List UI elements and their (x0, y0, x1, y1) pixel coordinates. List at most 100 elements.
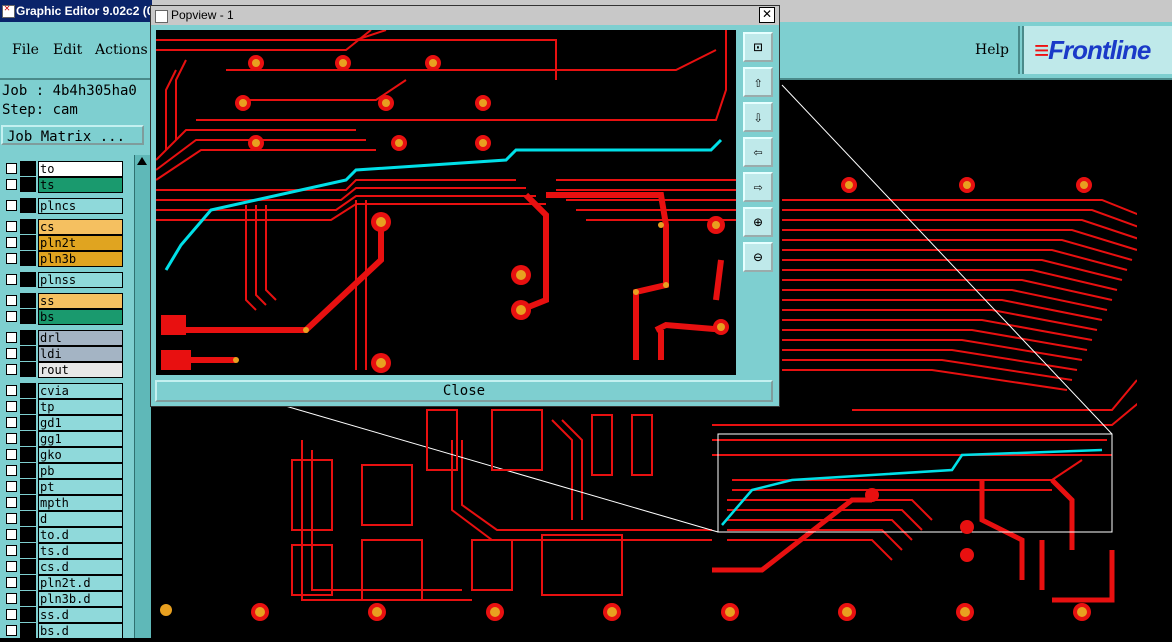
layer-checkbox[interactable] (6, 561, 17, 572)
layer-checkbox[interactable] (6, 332, 17, 343)
layer-checkbox[interactable] (6, 274, 17, 285)
layer-row-pln3b-d[interactable]: pln3b.d (2, 591, 123, 607)
layer-name[interactable]: cs (38, 219, 123, 235)
layer-row-tp[interactable]: tp (2, 399, 123, 415)
layer-name[interactable]: gko (38, 447, 123, 463)
layer-row-cvia[interactable]: cvia (2, 383, 123, 399)
layer-checkbox[interactable] (6, 200, 17, 211)
menu-help[interactable]: Help (975, 42, 1009, 58)
layer-checkbox[interactable] (6, 163, 17, 174)
layer-marker[interactable] (20, 309, 36, 324)
layer-name[interactable]: pln3b (38, 251, 123, 267)
layer-name[interactable]: ss (38, 293, 123, 309)
layer-row-pln2t-d[interactable]: pln2t.d (2, 575, 123, 591)
layer-checkbox[interactable] (6, 529, 17, 540)
pan-left-icon[interactable]: ⇦ (743, 137, 773, 167)
popview-canvas[interactable] (156, 30, 736, 375)
layer-row-gg1[interactable]: gg1 (2, 431, 123, 447)
layer-marker[interactable] (20, 559, 36, 574)
layer-marker[interactable] (20, 607, 36, 622)
layer-row-drl[interactable]: drl (2, 330, 123, 346)
layer-name[interactable]: bs.d (38, 623, 123, 639)
pan-down-icon[interactable]: ⇩ (743, 102, 773, 132)
layer-checkbox[interactable] (6, 577, 17, 588)
layer-name[interactable]: cvia (38, 383, 123, 399)
layer-checkbox[interactable] (6, 385, 17, 396)
layer-checkbox[interactable] (6, 237, 17, 248)
layer-row-gd1[interactable]: gd1 (2, 415, 123, 431)
layer-name[interactable]: cs.d (38, 559, 123, 575)
layer-marker[interactable] (20, 591, 36, 606)
layer-checkbox[interactable] (6, 449, 17, 460)
layer-marker[interactable] (20, 463, 36, 478)
layer-row-plncs[interactable]: plncs (2, 198, 123, 214)
layer-marker[interactable] (20, 431, 36, 446)
layer-marker[interactable] (20, 495, 36, 510)
popview-close-button[interactable]: Close (155, 380, 773, 402)
layer-marker[interactable] (20, 415, 36, 430)
layer-checkbox[interactable] (6, 221, 17, 232)
layer-row-ss[interactable]: ss (2, 293, 123, 309)
layer-checkbox[interactable] (6, 593, 17, 604)
layer-checkbox[interactable] (6, 348, 17, 359)
layer-name[interactable]: pt (38, 479, 123, 495)
layer-checkbox[interactable] (6, 609, 17, 620)
layer-marker[interactable] (20, 198, 36, 213)
popview-close-icon[interactable]: ✕ (759, 7, 775, 23)
layer-marker[interactable] (20, 272, 36, 287)
layer-marker[interactable] (20, 251, 36, 266)
layer-checkbox[interactable] (6, 179, 17, 190)
layer-name[interactable]: plnss (38, 272, 123, 288)
zoom-in-icon[interactable]: ⊕ (743, 207, 773, 237)
layer-checkbox[interactable] (6, 513, 17, 524)
zoom-out-icon[interactable]: ⊖ (743, 242, 773, 272)
layer-marker[interactable] (20, 383, 36, 398)
layer-marker[interactable] (20, 527, 36, 542)
layer-checkbox[interactable] (6, 311, 17, 322)
layer-marker[interactable] (20, 447, 36, 462)
layer-row-gko[interactable]: gko (2, 447, 123, 463)
layer-checkbox[interactable] (6, 481, 17, 492)
layer-row-ss-d[interactable]: ss.d (2, 607, 123, 623)
layer-name[interactable]: drl (38, 330, 123, 346)
layer-marker[interactable] (20, 177, 36, 192)
fit-icon[interactable]: ⊡ (743, 32, 773, 62)
layer-row-to[interactable]: to (2, 161, 123, 177)
layer-name[interactable]: plncs (38, 198, 123, 214)
layer-marker[interactable] (20, 479, 36, 494)
layer-row-mpth[interactable]: mpth (2, 495, 123, 511)
layer-name[interactable]: to (38, 161, 123, 177)
layer-marker[interactable] (20, 330, 36, 345)
pan-right-icon[interactable]: ⇨ (743, 172, 773, 202)
layer-row-d[interactable]: d (2, 511, 123, 527)
layer-checkbox[interactable] (6, 253, 17, 264)
layer-name[interactable]: gg1 (38, 431, 123, 447)
layer-name[interactable]: d (38, 511, 123, 527)
layer-checkbox[interactable] (6, 401, 17, 412)
layer-name[interactable]: pln2t.d (38, 575, 123, 591)
layer-row-pln3b[interactable]: pln3b (2, 251, 123, 267)
layer-name[interactable]: rout (38, 362, 123, 378)
menu-edit[interactable]: Edit (53, 42, 82, 58)
layer-marker[interactable] (20, 543, 36, 558)
pan-up-icon[interactable]: ⇧ (743, 67, 773, 97)
layer-row-to-d[interactable]: to.d (2, 527, 123, 543)
layer-checkbox[interactable] (6, 295, 17, 306)
menu-file[interactable]: File (12, 42, 39, 58)
layer-name[interactable]: pln2t (38, 235, 123, 251)
layer-row-rout[interactable]: rout (2, 362, 123, 378)
job-matrix-button[interactable]: Job Matrix ... (1, 125, 144, 145)
layer-row-pln2t[interactable]: pln2t (2, 235, 123, 251)
layer-name[interactable]: tp (38, 399, 123, 415)
layer-name[interactable]: ldi (38, 346, 123, 362)
layer-row-pt[interactable]: pt (2, 479, 123, 495)
layer-marker[interactable] (20, 219, 36, 234)
layer-row-cs[interactable]: cs (2, 219, 123, 235)
scroll-up-arrow-icon[interactable] (137, 157, 147, 165)
layer-name[interactable]: ts.d (38, 543, 123, 559)
layer-name[interactable]: gd1 (38, 415, 123, 431)
layer-marker[interactable] (20, 511, 36, 526)
layer-name[interactable]: ss.d (38, 607, 123, 623)
layer-name[interactable]: bs (38, 309, 123, 325)
layer-checkbox[interactable] (6, 465, 17, 476)
